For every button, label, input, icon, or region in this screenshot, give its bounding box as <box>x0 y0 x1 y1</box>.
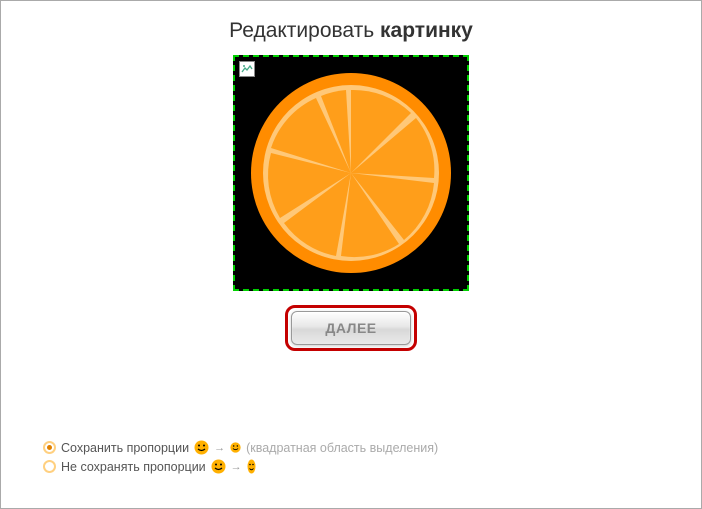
proportion-options: Сохранить пропорции → (квадратная област… <box>43 436 438 478</box>
option-keep-label: Сохранить пропорции <box>61 441 189 455</box>
orange-illustration <box>246 68 456 278</box>
title-bold: картинку <box>380 19 473 42</box>
smiley-icon <box>230 442 241 453</box>
radio-keep[interactable] <box>43 441 56 454</box>
arrow-icon: → <box>231 461 242 473</box>
smiley-icon <box>194 440 209 455</box>
arrow-icon: → <box>214 442 225 454</box>
page-title: Редактировать картинку <box>1 1 701 51</box>
option-no-keep-proportions[interactable]: Не сохранять пропорции → <box>43 459 438 474</box>
radio-nokeep[interactable] <box>43 460 56 473</box>
option-keep-proportions[interactable]: Сохранить пропорции → (квадратная област… <box>43 440 438 455</box>
option-keep-hint: (квадратная область выделения) <box>246 441 438 455</box>
smiley-squished-icon <box>247 459 256 474</box>
next-button[interactable]: ДАЛЕЕ <box>291 311 411 345</box>
next-button-highlight: ДАЛЕЕ <box>285 305 417 351</box>
image-crop-area[interactable] <box>233 55 469 291</box>
title-light: Редактировать <box>229 19 374 42</box>
option-nokeep-label: Не сохранять пропорции <box>61 460 206 474</box>
smiley-icon <box>211 459 226 474</box>
